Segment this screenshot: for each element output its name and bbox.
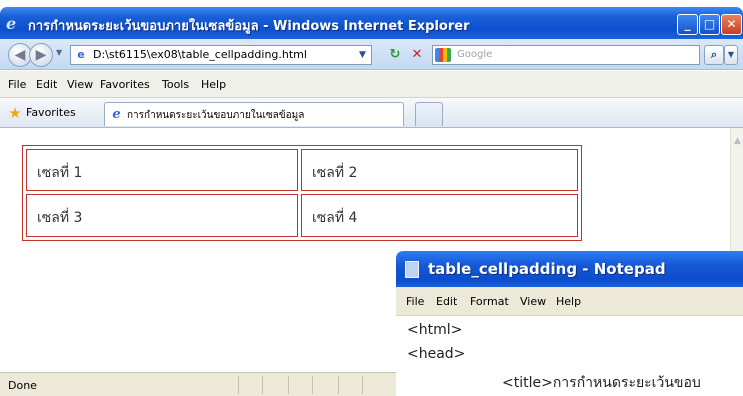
status-divider (262, 376, 263, 394)
cell-text: เซลที่ 3 (37, 210, 83, 226)
code-line: <title>การกำหนดระยะเว้นขอบ (502, 375, 701, 391)
notepad-title: table_cellpadding - Notepad (428, 260, 666, 278)
cell-text: เซลที่ 2 (312, 165, 358, 181)
table-cell: เซลที่ 2 (301, 149, 578, 191)
search-input[interactable]: Google (432, 45, 700, 65)
ie-menubar: File Edit View Favorites Tools Help (0, 71, 743, 98)
tab-label: การกำหนดระยะเว้นขอบภายในเซลข้อมูล (127, 110, 305, 121)
maximize-button[interactable]: □ (699, 14, 720, 35)
code-line: <head> (407, 346, 466, 362)
menu-help[interactable]: Help (201, 78, 226, 91)
page-icon: e (77, 48, 85, 61)
status-text: Done (8, 379, 37, 392)
cell-text: เซลที่ 1 (37, 165, 83, 181)
notepad-titlebar[interactable]: table_cellpadding - Notepad (396, 251, 743, 287)
code-line: <html> (407, 322, 463, 338)
data-table: เซลที่ 1 เซลที่ 2 เซลที่ 3 เซลที่ 4 (22, 145, 582, 241)
stop-icon[interactable]: ✕ (408, 47, 426, 63)
search-button[interactable]: ⌕ (704, 45, 724, 65)
notepad-menu-help[interactable]: Help (556, 295, 581, 308)
ie-window-title: การกำหนดระยะเว้นขอบภายในเซลข้อมูล - Wind… (28, 19, 470, 34)
minimize-button[interactable]: _ (677, 14, 698, 35)
table-cell: เซลที่ 3 (26, 194, 298, 237)
notepad-window: table_cellpadding - Notepad File Edit Fo… (396, 251, 743, 396)
favorites-button[interactable]: Favorites (26, 106, 76, 119)
menu-edit[interactable]: Edit (36, 78, 57, 91)
status-divider (338, 376, 339, 394)
tab-ie-icon: e (112, 107, 121, 122)
ie-titlebar[interactable]: e การกำหนดระยะเว้นขอบภายในเซลข้อมูล - Wi… (0, 7, 743, 39)
menu-view[interactable]: View (67, 78, 93, 91)
menu-favorites[interactable]: Favorites (100, 78, 150, 91)
search-placeholder: Google (457, 49, 493, 60)
status-divider (288, 376, 289, 394)
forward-button[interactable]: ▶ (29, 43, 53, 67)
recent-pages-dropdown-icon[interactable]: ▼ (56, 48, 62, 57)
notepad-menu-file[interactable]: File (406, 295, 424, 308)
notepad-icon (405, 261, 419, 278)
status-divider (312, 376, 313, 394)
notepad-editor[interactable]: <html> <head> <title>การกำหนดระยะเว้นขอบ (402, 316, 743, 396)
status-divider (238, 376, 239, 394)
table-cell: เซลที่ 1 (26, 149, 298, 191)
favorites-bar: ★ Favorites e การกำหนดระยะเว้นขอบภายในเซ… (0, 98, 743, 128)
address-toolbar: ◀ ▶ ▼ e D:\st6115\ex08\table_cellpadding… (0, 39, 743, 70)
tab-current-page[interactable]: e การกำหนดระยะเว้นขอบภายในเซลข้อมูล (104, 102, 404, 126)
close-button[interactable]: ✕ (721, 14, 742, 35)
address-bar[interactable]: e D:\st6115\ex08\table_cellpadding.html … (70, 45, 372, 65)
notepad-menu-view[interactable]: View (520, 295, 546, 308)
google-logo-icon (435, 48, 451, 62)
screen: e การกำหนดระยะเว้นขอบภายในเซลข้อมูล - Wi… (0, 0, 743, 396)
table-cell: เซลที่ 4 (301, 194, 578, 237)
status-divider (362, 376, 363, 394)
ie-logo-icon: e (6, 14, 17, 33)
menu-tools[interactable]: Tools (162, 78, 189, 91)
address-text[interactable]: D:\st6115\ex08\table_cellpadding.html (93, 48, 307, 61)
notepad-menu-edit[interactable]: Edit (436, 295, 457, 308)
address-dropdown-icon[interactable]: ▼ (356, 49, 369, 62)
notepad-menubar: File Edit Format View Help (396, 287, 743, 316)
search-options-dropdown-icon[interactable]: ▼ (724, 45, 738, 65)
new-tab-button[interactable] (415, 102, 443, 126)
cell-text: เซลที่ 4 (312, 210, 358, 226)
refresh-icon[interactable]: ↻ (386, 47, 404, 63)
scroll-up-icon[interactable]: ▲ (732, 136, 743, 147)
notepad-menu-format[interactable]: Format (470, 295, 509, 308)
menu-file[interactable]: File (8, 78, 26, 91)
favorites-star-icon[interactable]: ★ (7, 105, 23, 121)
